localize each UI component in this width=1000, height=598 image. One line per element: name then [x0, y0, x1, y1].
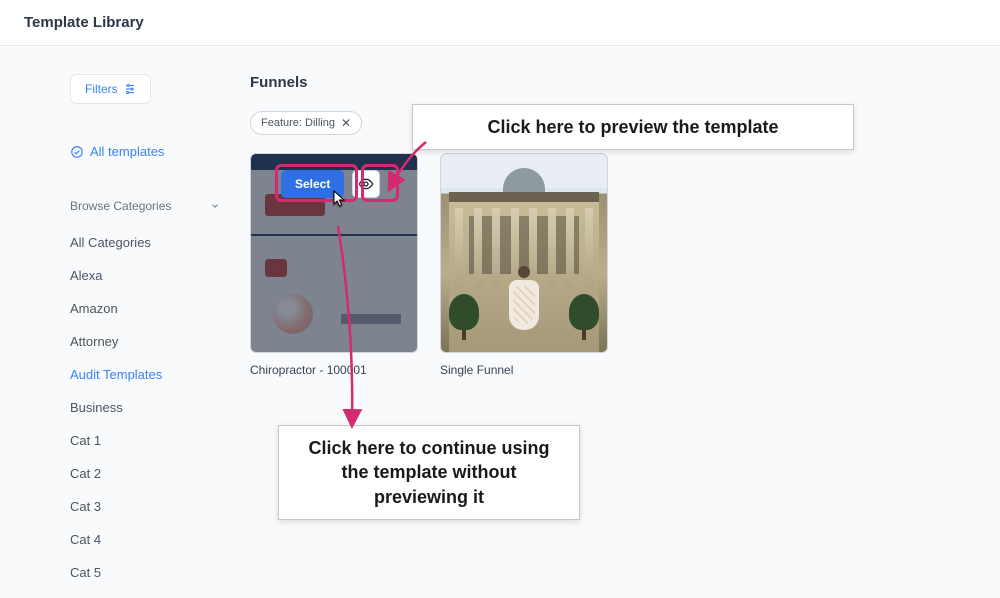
category-item[interactable]: Attorney [70, 334, 230, 349]
all-templates-link[interactable]: All templates [70, 144, 230, 159]
filter-chip[interactable]: Feature: Dilling ✕ [250, 111, 362, 135]
category-item[interactable]: Alexa [70, 268, 230, 283]
select-button[interactable]: Select [281, 170, 344, 198]
filter-chip-label: Feature: Dilling [261, 117, 335, 129]
category-item[interactable]: Cat 1 [70, 433, 230, 448]
page-title: Template Library [24, 14, 976, 31]
filters-button[interactable]: Filters [70, 74, 151, 104]
filters-label: Filters [85, 82, 118, 96]
category-list: All Categories Alexa Amazon Attorney Aud… [70, 235, 230, 580]
page-header: Template Library [0, 0, 1000, 46]
category-item[interactable]: Cat 4 [70, 532, 230, 547]
annotation-callout-select: Click here to continue using the templat… [278, 425, 580, 520]
template-title: Chiropractor - 100001 [250, 363, 418, 377]
template-cards: Select Chiropractor - 100001 [250, 153, 1000, 377]
template-card[interactable]: Select Chiropractor - 100001 [250, 153, 418, 377]
category-item[interactable]: Audit Templates [70, 367, 230, 382]
category-item[interactable]: Cat 5 [70, 565, 230, 580]
template-thumbnail: Select [250, 153, 418, 353]
browse-categories-label: Browse Categories [70, 199, 171, 213]
eye-icon [358, 176, 374, 192]
template-thumbnail [440, 153, 608, 353]
preview-button[interactable] [352, 170, 380, 198]
category-item[interactable]: Amazon [70, 301, 230, 316]
close-icon[interactable]: ✕ [341, 116, 351, 130]
category-item[interactable]: Cat 2 [70, 466, 230, 481]
template-card[interactable]: Single Funnel [440, 153, 608, 377]
category-item[interactable]: Business [70, 400, 230, 415]
category-item[interactable]: All Categories [70, 235, 230, 250]
template-title: Single Funnel [440, 363, 608, 377]
browse-categories-toggle[interactable]: Browse Categories [70, 199, 220, 213]
section-title: Funnels [250, 74, 1000, 91]
category-item[interactable]: Cat 3 [70, 499, 230, 514]
annotation-callout-preview: Click here to preview the template [412, 104, 854, 150]
all-templates-label: All templates [90, 144, 164, 159]
chevron-down-icon [210, 201, 220, 211]
overlay-actions: Select [281, 170, 380, 198]
sidebar: Filters All templates Browse Categories … [0, 74, 230, 598]
check-circle-icon [70, 145, 84, 159]
sliders-icon [124, 83, 136, 95]
